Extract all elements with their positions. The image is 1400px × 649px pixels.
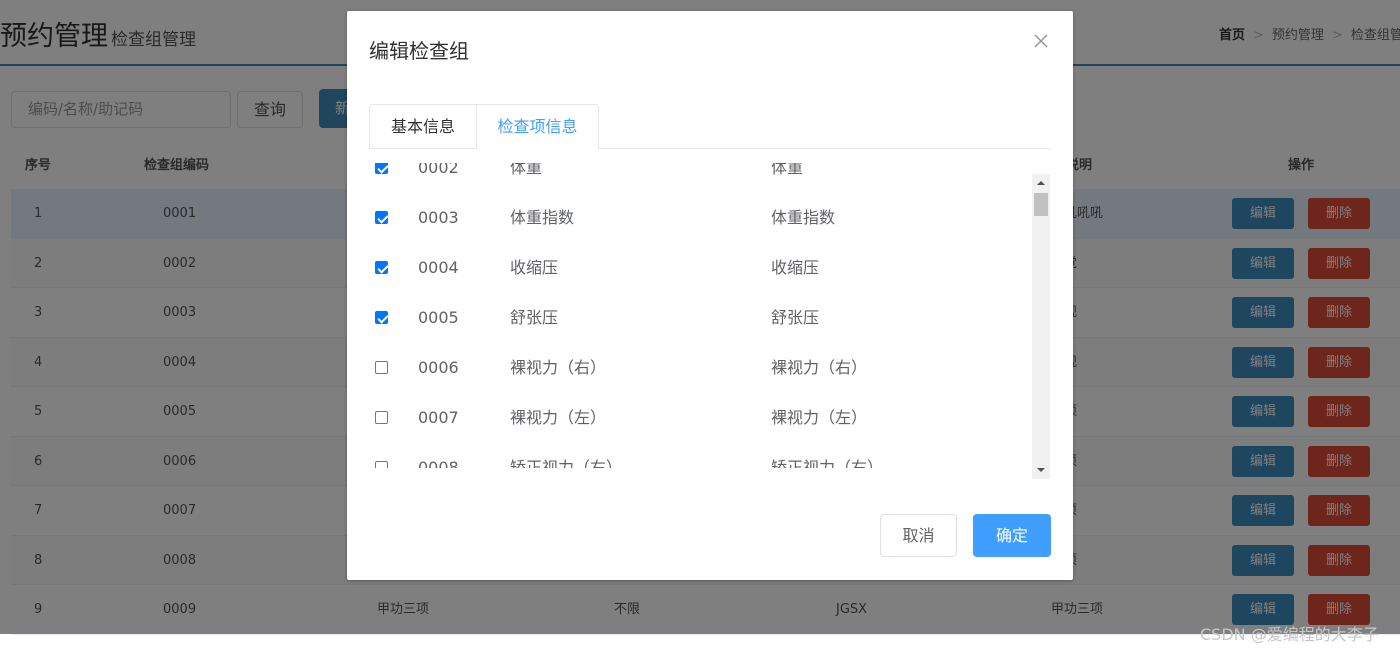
item-checkbox[interactable] [375,261,388,274]
item-name-2: 体重指数 [771,208,836,227]
scroll-thumb[interactable] [1034,193,1048,216]
item-name-2: 矫正视力（右） [771,458,884,468]
item-name: 矫正视力（右） [510,458,623,468]
item-checkbox[interactable] [375,461,388,468]
arrow-up-icon[interactable] [1032,174,1050,192]
item-name: 体重指数 [510,208,575,227]
item-code: 0003 [418,208,459,227]
item-name: 收缩压 [510,258,559,277]
item-code: 0002 [418,163,459,177]
item-code: 0004 [418,258,459,277]
list-item: 0005 舒张压 舒张压 [369,293,1029,343]
item-code: 0006 [418,358,459,377]
item-name: 裸视力（右） [510,358,607,377]
item-checkbox[interactable] [375,211,388,224]
item-name: 裸视力（左） [510,408,607,427]
item-checkbox[interactable] [375,411,388,424]
item-name: 舒张压 [510,308,559,327]
arrow-down-icon[interactable] [1032,461,1050,479]
list-item: 0007 裸视力（左） 裸视力（左） [369,393,1029,443]
tab-check-items[interactable]: 检查项信息 [476,104,599,149]
item-code: 0008 [418,458,459,468]
check-item-list: 0002 体重 体重 0003 体重指数 体重指数 0004 收缩压 收缩压 0005 舒张压 舒张压… [369,163,1051,468]
edit-check-group-dialog: 编辑检查组 基本信息 检查项信息 0002 体重 体重 0003 体重指数 体重指数 000… [347,11,1073,580]
watermark: CSDN @爱编程的大李子 [1200,625,1379,644]
item-checkbox[interactable] [375,163,388,174]
list-item: 0002 体重 体重 [369,163,1029,193]
dialog-tabs: 基本信息 检查项信息 [369,104,1051,149]
item-checkbox[interactable] [375,311,388,324]
list-scrollbar[interactable] [1032,174,1050,479]
dialog-title: 编辑检查组 [369,39,469,63]
item-code: 0005 [418,308,459,327]
confirm-button[interactable]: 确定 [973,514,1051,557]
item-code: 0007 [418,408,459,427]
item-name-2: 舒张压 [771,308,820,327]
list-item: 0008 矫正视力（右） 矫正视力（右） [369,443,1029,468]
item-checkbox[interactable] [375,361,388,374]
item-name-2: 裸视力（右） [771,358,868,377]
close-icon[interactable] [1033,33,1049,49]
tab-basic-info[interactable]: 基本信息 [369,104,477,149]
list-item: 0003 体重指数 体重指数 [369,193,1029,243]
item-name: 体重 [510,163,543,177]
item-name-2: 收缩压 [771,258,820,277]
list-item: 0006 裸视力（右） 裸视力（右） [369,343,1029,393]
cancel-button[interactable]: 取消 [880,514,957,557]
list-item: 0004 收缩压 收缩压 [369,243,1029,293]
item-name-2: 裸视力（左） [771,408,868,427]
app-root: 预约管理 检查组管理 首页>预约管理>检查组管 编码/名称/助记码 查询 新 序… [0,0,1400,649]
item-name-2: 体重 [771,163,804,177]
